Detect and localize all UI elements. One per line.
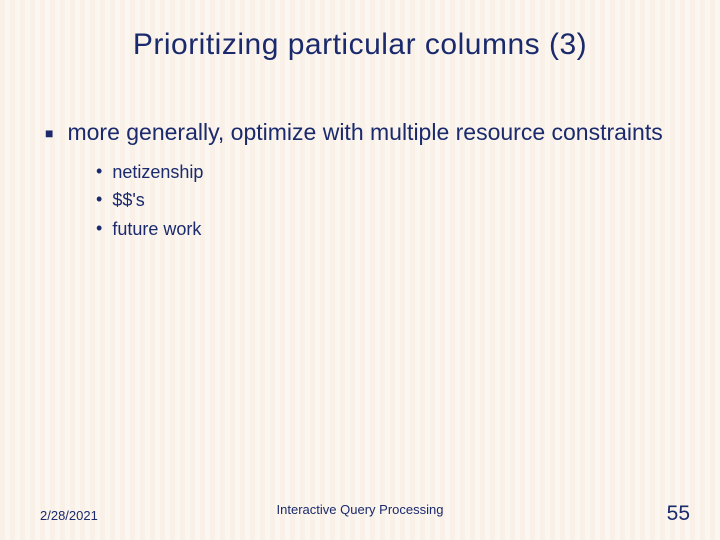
dot-bullet-icon: • — [96, 188, 102, 211]
footer: 2/28/2021 Interactive Query Processing 5… — [0, 502, 720, 526]
sub-bullet-text: future work — [112, 217, 201, 241]
sub-bullet: • $$'s — [96, 188, 680, 212]
sub-bullet: • netizenship — [96, 160, 680, 184]
bullet-main: ■ more generally, optimize with multiple… — [45, 117, 680, 148]
sub-bullet-list: • netizenship • $$'s • future work — [96, 160, 680, 241]
square-bullet-icon: ■ — [45, 125, 53, 141]
footer-title: Interactive Query Processing — [277, 502, 444, 517]
sub-bullet: • future work — [96, 217, 680, 241]
sub-bullet-text: $$'s — [112, 188, 144, 212]
sub-bullet-text: netizenship — [112, 160, 203, 184]
slide-title: Prioritizing particular columns (3) — [40, 28, 680, 62]
page-number: 55 — [667, 502, 690, 526]
footer-date: 2/28/2021 — [40, 508, 98, 523]
dot-bullet-icon: • — [96, 160, 102, 183]
slide: Prioritizing particular columns (3) ■ mo… — [0, 0, 720, 540]
dot-bullet-icon: • — [96, 217, 102, 240]
bullet-main-text: more generally, optimize with multiple r… — [67, 117, 662, 148]
